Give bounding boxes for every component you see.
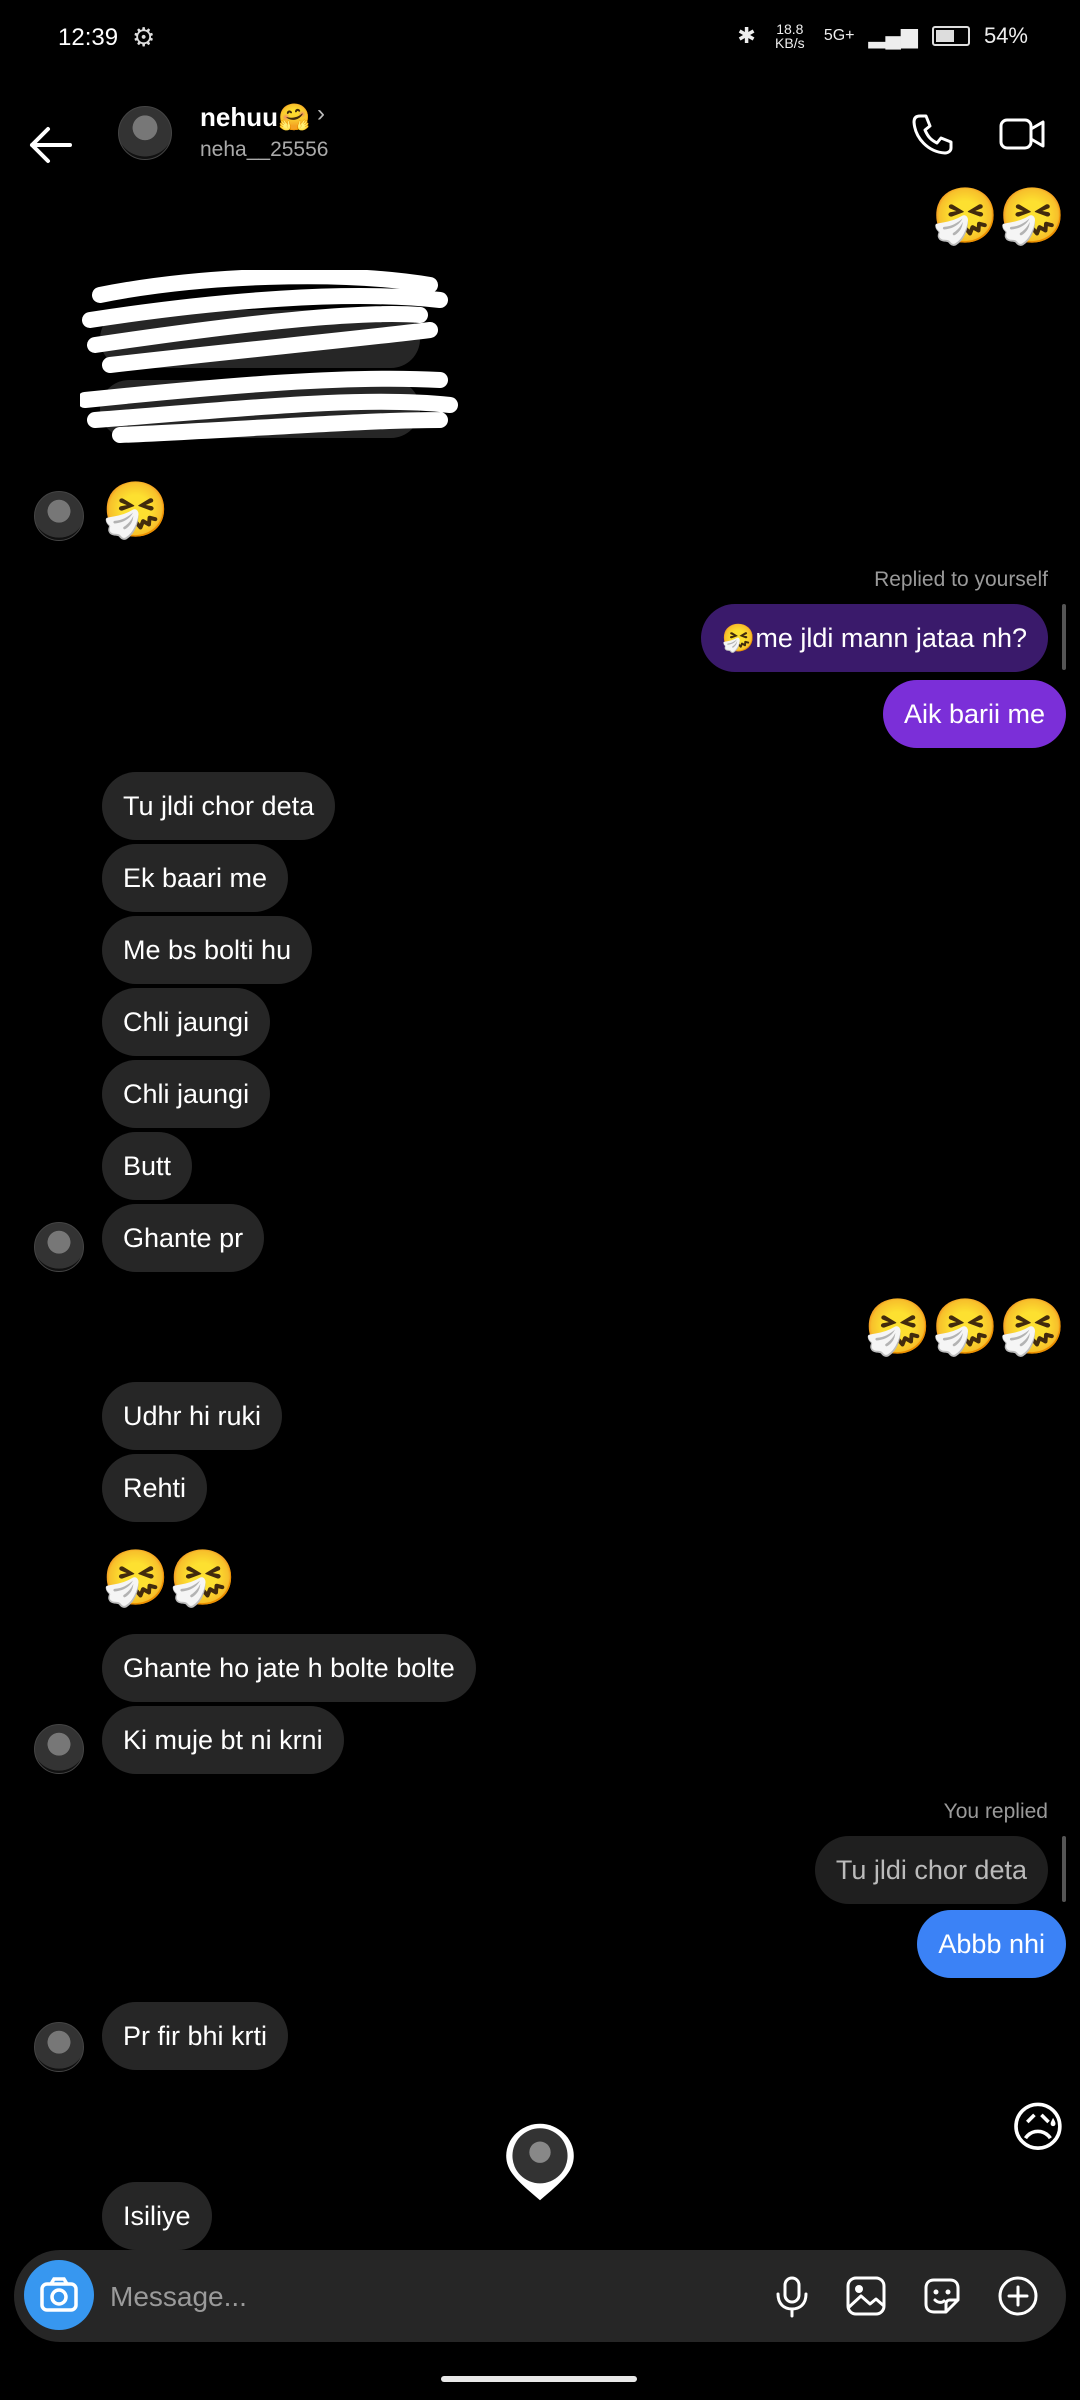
signal-icon: ▂▄▆ bbox=[868, 23, 918, 48]
incoming-message[interactable]: Tu jldi chor deta bbox=[102, 772, 336, 840]
incoming-message[interactable]: Ki muje bt ni krni bbox=[102, 1706, 344, 1774]
incoming-message[interactable]: Ghante pr bbox=[102, 1204, 265, 1272]
outgoing-message[interactable]: Aik barii me bbox=[882, 680, 1066, 748]
reply-label: You replied bbox=[943, 1800, 1048, 1823]
add-icon[interactable] bbox=[994, 2272, 1042, 2320]
quoted-message[interactable]: 🤧me jldi mann jataa nh? bbox=[700, 604, 1048, 672]
bluetooth-icon: ✱ bbox=[737, 23, 756, 48]
outgoing-message[interactable]: Abbb nhi bbox=[917, 1910, 1066, 1978]
incoming-message[interactable]: Isiliye bbox=[102, 2182, 212, 2250]
contact-handle[interactable]: neha__25556 bbox=[200, 138, 328, 162]
incoming-message[interactable]: Ek baari me bbox=[102, 844, 289, 912]
incoming-emoji-message[interactable]: 🤧🤧 bbox=[102, 1548, 236, 1608]
back-arrow-icon[interactable] bbox=[24, 120, 80, 170]
chat-header: nehuu🤗 › neha__25556 bbox=[0, 90, 1080, 200]
message-input[interactable] bbox=[108, 2272, 712, 2322]
incoming-message[interactable]: Pr fir bhi krti bbox=[102, 2002, 289, 2070]
incoming-emoji-message[interactable]: 🤧 bbox=[102, 480, 169, 540]
avatar[interactable] bbox=[118, 106, 172, 160]
incoming-message[interactable]: Udhr hi ruki bbox=[102, 1382, 283, 1450]
camera-button[interactable] bbox=[24, 2260, 94, 2330]
incoming-message[interactable]: Chli jaungi bbox=[102, 988, 271, 1056]
incoming-message[interactable]: Chli jaungi bbox=[102, 1060, 271, 1128]
contact-name[interactable]: nehuu🤗 bbox=[200, 102, 310, 133]
status-time: 12:39 bbox=[58, 24, 119, 51]
reply-indicator bbox=[1062, 1836, 1066, 1902]
message-composer bbox=[14, 2250, 1066, 2342]
chevron-right-icon[interactable]: › bbox=[317, 100, 325, 128]
sticker-icon[interactable] bbox=[918, 2272, 966, 2320]
quoted-message[interactable]: Tu jldi chor deta bbox=[814, 1836, 1048, 1904]
camera-icon bbox=[40, 2277, 78, 2312]
status-bar: 12:39 ⚙ ✱ 18.8 KB/s 5G+ ▂▄▆ 54% bbox=[0, 0, 1080, 80]
incoming-message[interactable]: Butt bbox=[102, 1132, 193, 1200]
battery-level: 54% bbox=[983, 23, 1028, 48]
sender-avatar[interactable] bbox=[34, 1724, 84, 1774]
network-type: 5G+ bbox=[823, 27, 855, 44]
status-right: ✱ 18.8 KB/s 5G+ ▂▄▆ 54% bbox=[737, 22, 1028, 50]
home-indicator[interactable] bbox=[441, 2376, 637, 2382]
network-speed: 18.8 KB/s bbox=[775, 21, 805, 51]
reply-label: Replied to yourself bbox=[874, 568, 1048, 591]
battery-icon bbox=[931, 26, 970, 46]
incoming-message[interactable]: Ghante ho jate h bolte bolte bbox=[102, 1634, 476, 1702]
gear-icon: ⚙ bbox=[132, 22, 156, 52]
outgoing-emoji-message[interactable]: 😥 bbox=[1010, 2098, 1066, 2158]
gallery-icon[interactable] bbox=[842, 2272, 890, 2320]
phone-icon[interactable] bbox=[908, 110, 956, 158]
outgoing-emoji-message[interactable]: 🤧🤧 bbox=[932, 186, 1066, 246]
microphone-icon[interactable] bbox=[768, 2272, 816, 2320]
seen-avatar-marker bbox=[506, 2123, 574, 2201]
incoming-message[interactable]: Me bs bolti hu bbox=[102, 916, 313, 984]
incoming-message[interactable]: Rehti bbox=[102, 1454, 208, 1522]
scribbled-out-message bbox=[80, 270, 458, 443]
reply-indicator bbox=[1062, 604, 1066, 670]
sender-avatar[interactable] bbox=[34, 2022, 84, 2072]
video-camera-icon[interactable] bbox=[998, 110, 1046, 158]
outgoing-emoji-message[interactable]: 🤧🤧🤧 bbox=[864, 1297, 1066, 1357]
sender-avatar[interactable] bbox=[34, 1222, 84, 1272]
sender-avatar[interactable] bbox=[34, 491, 84, 541]
